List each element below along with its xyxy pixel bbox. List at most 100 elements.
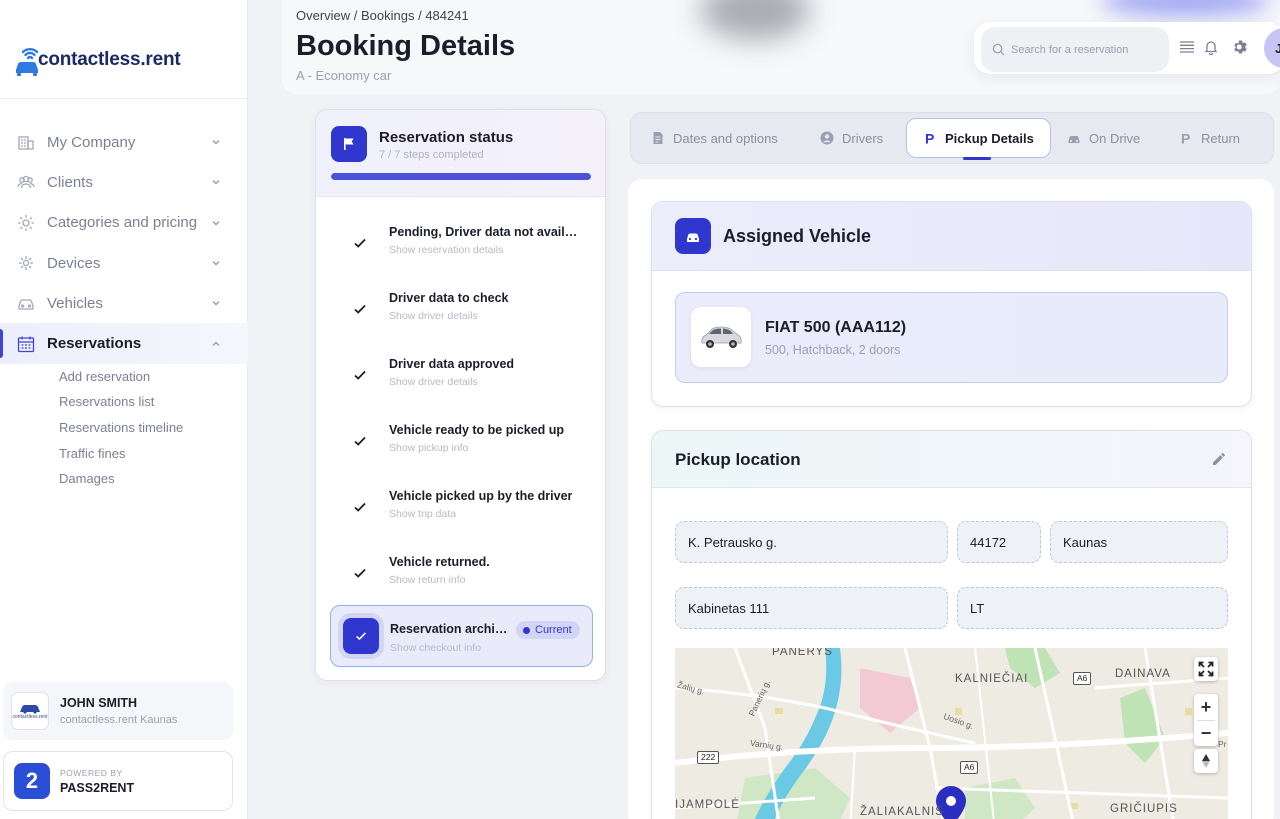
step-link[interactable]: Show pickup info [389,442,468,454]
country-input[interactable] [970,600,1227,616]
gear-icon[interactable] [1232,39,1248,55]
compass-icon [1202,754,1210,768]
search-input[interactable] [1011,43,1161,56]
status-progress-bar [331,173,591,180]
city-field[interactable] [1050,521,1228,563]
address-line2-field[interactable] [675,587,948,629]
zoom-in-button[interactable]: + [1201,694,1212,720]
zoom-out-button[interactable]: − [1201,721,1212,746]
search-box[interactable] [981,27,1169,72]
step-link[interactable]: Show reservation details [389,244,503,256]
city-input[interactable] [1063,534,1227,550]
postcode-field[interactable] [957,521,1041,563]
map-label: PANERYS [772,648,833,658]
document-icon [651,131,665,145]
page-title: Booking Details [296,30,516,62]
sidebar-item-reservations[interactable]: Reservations [0,323,248,364]
vehicle-item[interactable]: FIAT 500 (AAA112) 500, Hatchback, 2 door… [675,292,1228,383]
booking-tabs: Dates and options Drivers P Pickup Detai… [630,112,1274,164]
breadcrumb[interactable]: Overview / Bookings / 484241 [296,8,469,23]
tab-dates-and-options[interactable]: Dates and options [651,118,778,158]
step-title: Vehicle picked up by the driver [389,489,573,503]
tab-pickup-details[interactable]: P Pickup Details [906,118,1051,158]
powered-by-label: POWERED BY [60,767,123,778]
status-step[interactable]: Driver data approved Show driver details [316,339,605,405]
tab-on-drive[interactable]: On Drive [1067,118,1140,158]
sidebar-item-categories[interactable]: Categories and pricing [0,203,248,243]
street-input[interactable] [688,534,947,550]
powered-by-card[interactable]: 2 POWERED BY PASS2RENT [3,751,233,811]
address-line2-input[interactable] [688,600,947,616]
step-title: Vehicle ready to be picked up [389,423,565,437]
vehicle-name: FIAT 500 (AAA112) [765,319,907,336]
tab-label: Drivers [842,130,884,146]
chevron-down-icon [210,257,222,269]
check-icon [352,367,368,383]
step-link[interactable]: Show trip data [389,508,456,520]
zoom-controls: + − [1194,694,1218,746]
country-field[interactable] [957,587,1228,629]
pickup-map[interactable]: PANERYS KALNIEČIAI DAINAVA IJAMPOLĖ ŽALI… [675,648,1228,819]
step-link[interactable]: Show return info [389,574,465,586]
expand-icon [1198,661,1214,677]
device-icon [16,253,36,273]
status-step-current[interactable]: Reservation archived Show checkout info … [330,605,593,667]
street-field[interactable] [675,521,948,563]
check-icon [343,618,379,654]
user-avatar[interactable]: J [1264,28,1280,68]
sidebar-item-devices[interactable]: Devices [0,243,248,283]
status-steps-count: 7 / 7 steps completed [379,149,484,161]
map-label: KALNIEČIAI [955,673,1029,685]
tab-return[interactable]: P Return [1179,118,1240,158]
tab-drivers[interactable]: Drivers [820,118,883,158]
active-tab-indicator [963,157,991,160]
submenu-reservations-list[interactable]: Reservations list [59,389,248,415]
submenu-traffic-fines[interactable]: Traffic fines [59,441,248,467]
tab-label: Return [1201,130,1241,146]
status-header: Reservation status 7 / 7 steps completed [316,110,605,197]
menu-icon[interactable] [1179,39,1195,55]
road-number: 222 [697,751,720,764]
submenu-add-reservation[interactable]: Add reservation [59,364,248,390]
step-link[interactable]: Show checkout info [390,642,481,654]
current-badge: Current [516,621,580,639]
company-avatar: contactless.rent [11,692,49,730]
chevron-down-icon [210,136,222,148]
status-step[interactable]: Vehicle returned. Show return info [316,537,605,603]
check-icon [352,499,368,515]
top-toolbar: J [974,22,1280,74]
compass-button[interactable] [1194,749,1218,773]
car-icon [675,218,711,254]
brand-logo[interactable]: contactless.rent [14,36,181,76]
sidebar-item-my-company[interactable]: My Company [0,122,248,162]
user-card[interactable]: contactless.rent JOHN SMITH contactless.… [3,682,233,740]
car-icon [1067,131,1081,145]
assigned-vehicle-card: Assigned Vehicle FIAT 500 (AAA112) 500, … [651,201,1252,407]
map-label: DAINAVA [1115,668,1171,680]
status-step[interactable]: Vehicle picked up by the driver Show tri… [316,471,605,537]
reservations-submenu: Add reservation Reservations list Reserv… [0,364,248,492]
vehicle-header: Assigned Vehicle [652,202,1251,271]
bell-icon[interactable] [1203,39,1219,55]
status-step[interactable]: Vehicle ready to be picked up Show picku… [316,405,605,471]
step-link[interactable]: Show driver details [389,310,478,322]
map-label: IJAMPOLĖ [675,799,740,811]
step-title: Reservation archived [390,622,510,636]
fullscreen-button[interactable] [1194,657,1218,681]
pencil-icon[interactable] [1211,451,1227,467]
sidebar-item-vehicles[interactable]: Vehicles [0,283,248,323]
status-step[interactable]: Pending, Driver data not available Show … [316,207,605,273]
tab-label: Pickup Details [945,130,1034,146]
status-step[interactable]: Driver data to check Show driver details [316,273,605,339]
submenu-damages[interactable]: Damages [59,466,248,492]
postcode-input[interactable] [970,534,1040,550]
sidebar-item-label: Reservations [47,335,142,353]
sidebar-item-clients[interactable]: Clients [0,162,248,202]
car-icon [16,293,36,313]
svg-text:P: P [925,131,934,145]
step-link[interactable]: Show driver details [389,376,478,388]
step-title: Pending, Driver data not available [389,225,579,239]
flag-icon [331,126,367,162]
submenu-reservations-timeline[interactable]: Reservations timeline [59,415,248,441]
company-logo-text: contactless.rent [12,714,48,720]
